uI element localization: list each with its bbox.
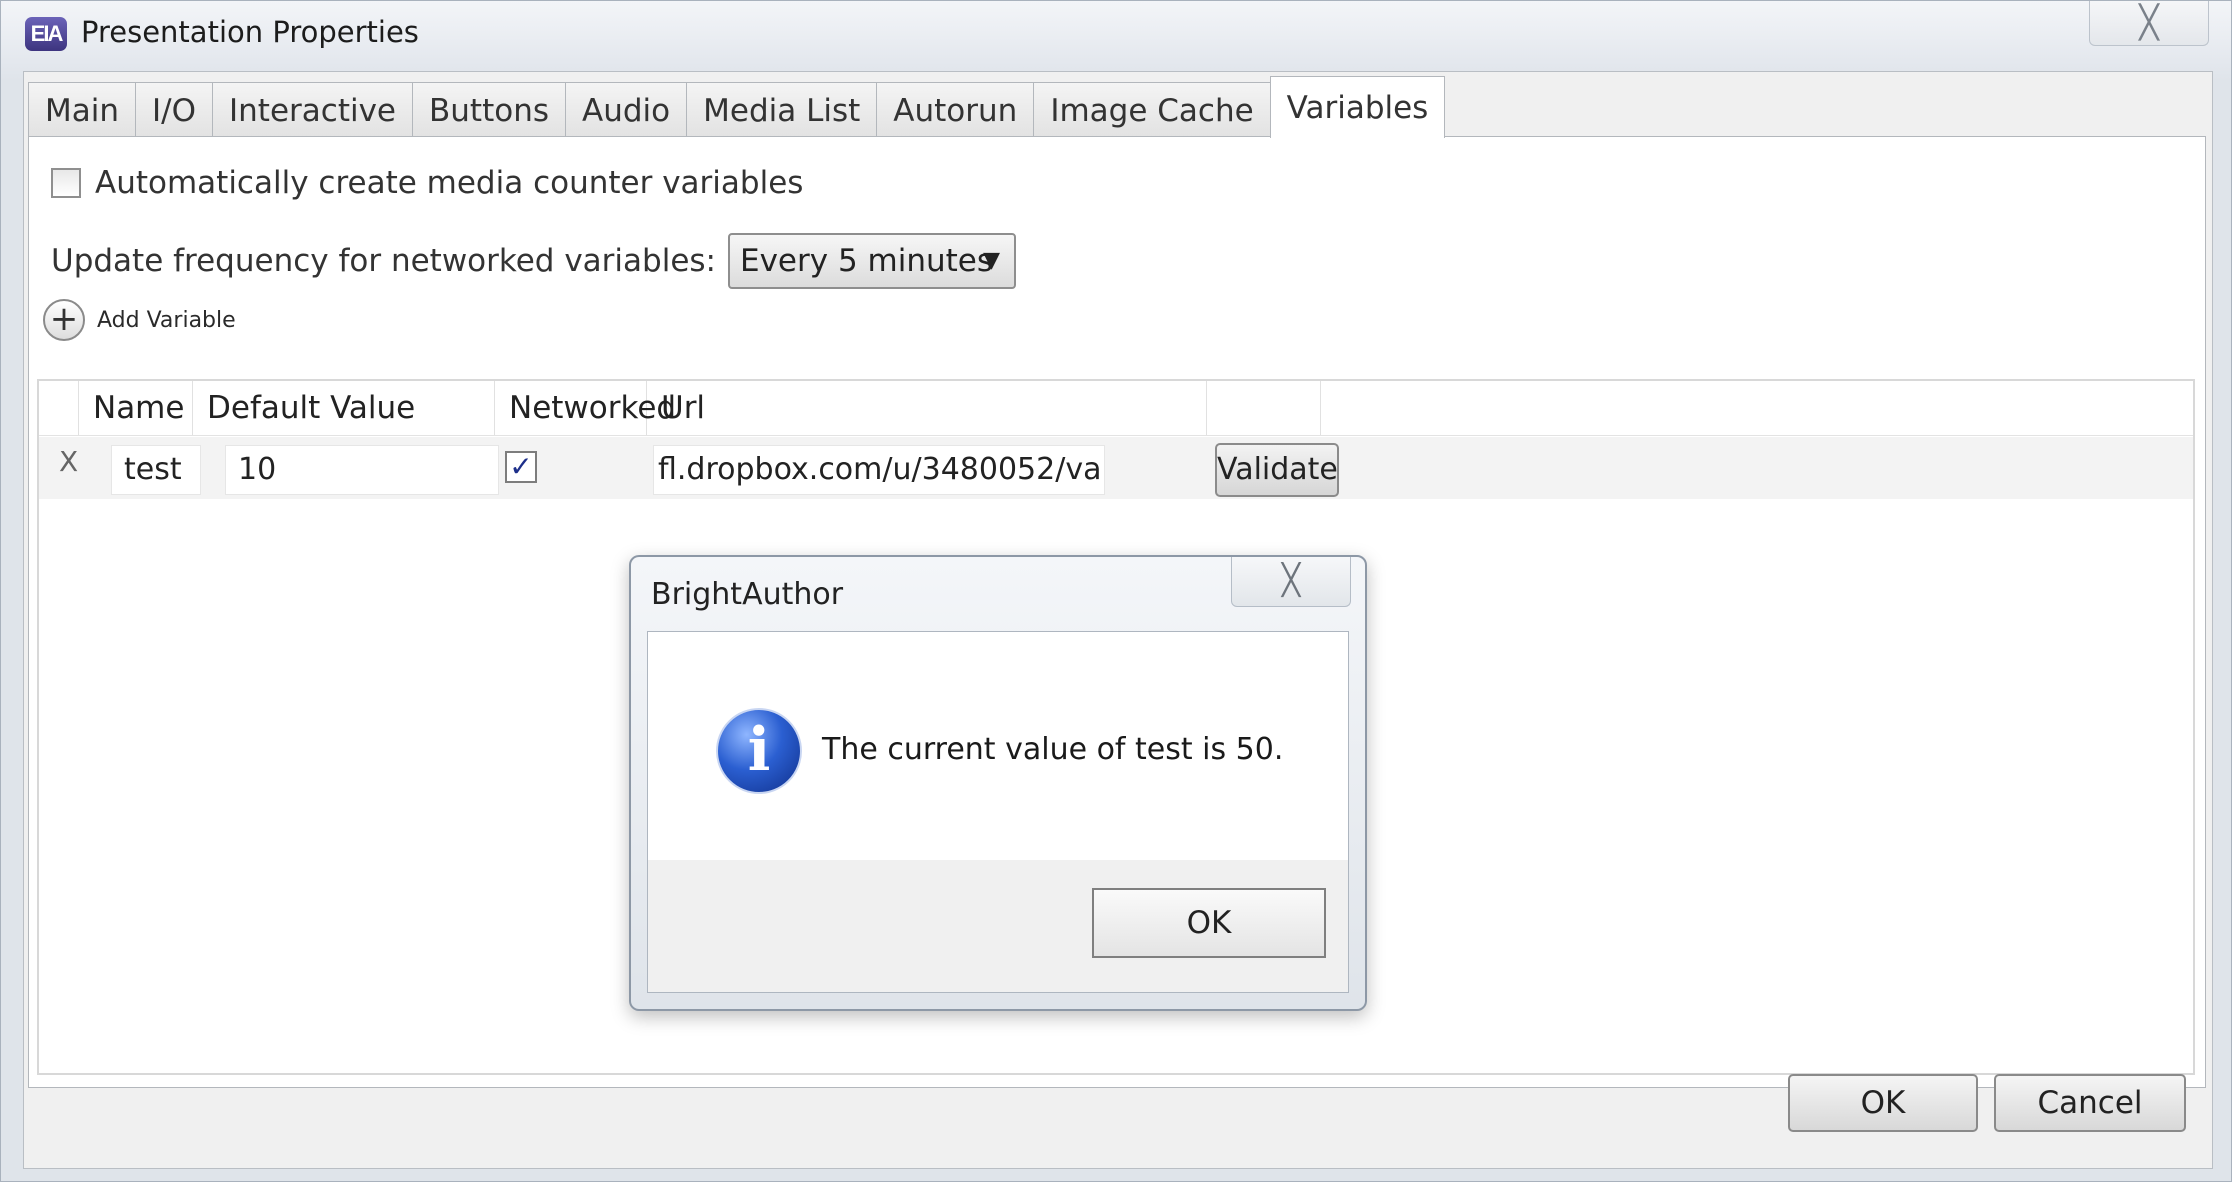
table-row: X test 10 ✓ fl.dropbox.com/u/3480052/var…	[39, 437, 2193, 499]
cancel-button[interactable]: Cancel	[1994, 1074, 2186, 1132]
add-variable-label: Add Variable	[97, 307, 236, 333]
url-field[interactable]: fl.dropbox.com/u/3480052/variable-test.x…	[653, 445, 1105, 495]
tab-strip: Main I/O Interactive Buttons Audio Media…	[28, 76, 1446, 138]
tab-autorun[interactable]: Autorun	[876, 82, 1034, 138]
column-header-name[interactable]: Name	[79, 381, 193, 435]
update-frequency-value: Every 5 minutes	[740, 243, 994, 279]
dropdown-arrow-icon: ▼	[983, 248, 1000, 273]
header-spacer	[39, 381, 79, 435]
tab-audio[interactable]: Audio	[565, 82, 687, 138]
presentation-properties-window: EIA Presentation Properties ╳ Main I/O I…	[0, 0, 2232, 1182]
tab-interactive[interactable]: Interactive	[212, 82, 413, 138]
title-bar: EIA Presentation Properties ╳	[1, 1, 2231, 67]
tab-media-list[interactable]: Media List	[686, 82, 877, 138]
grid-header: Name Default Value Networked Url	[39, 381, 2193, 436]
tab-buttons[interactable]: Buttons	[412, 82, 566, 138]
message-box-title: BrightAuthor	[651, 577, 844, 612]
column-header-url[interactable]: Url	[647, 381, 1207, 435]
close-button[interactable]: ╳	[2089, 1, 2209, 46]
app-icon: EIA	[25, 17, 67, 51]
auto-create-label: Automatically create media counter varia…	[95, 165, 804, 201]
validate-button[interactable]: Validate	[1215, 443, 1339, 497]
tab-main[interactable]: Main	[28, 82, 136, 138]
auto-create-row: Automatically create media counter varia…	[51, 165, 803, 201]
delete-row-icon[interactable]: X	[59, 445, 78, 478]
ok-button[interactable]: OK	[1788, 1074, 1978, 1132]
window-title: Presentation Properties	[81, 15, 419, 49]
column-header-networked[interactable]: Networked	[495, 381, 676, 435]
default-value-field[interactable]: 10	[225, 445, 499, 495]
info-icon: i	[716, 708, 802, 794]
column-header-validate	[1207, 381, 1321, 435]
plus-icon: +	[43, 299, 85, 341]
update-frequency-row: Update frequency for networked variables…	[51, 233, 1016, 289]
add-variable-button[interactable]: + Add Variable	[43, 299, 236, 341]
tab-variables[interactable]: Variables	[1269, 76, 1446, 138]
column-header-default-value[interactable]: Default Value	[193, 381, 495, 435]
update-frequency-label: Update frequency for networked variables…	[51, 243, 716, 279]
message-box-body: i The current value of test is 50. OK	[647, 631, 1349, 993]
tab-image-cache[interactable]: Image Cache	[1033, 82, 1270, 138]
variable-name-field[interactable]: test	[111, 445, 201, 495]
message-box-close-button[interactable]: ╳	[1231, 557, 1351, 607]
message-box-content: i The current value of test is 50.	[648, 632, 1348, 860]
message-text: The current value of test is 50.	[822, 732, 1284, 767]
auto-create-checkbox[interactable]	[51, 168, 81, 198]
networked-checkbox[interactable]: ✓	[505, 451, 537, 483]
message-box: BrightAuthor ╳ i The current value of te…	[629, 555, 1367, 1011]
tab-io[interactable]: I/O	[135, 82, 213, 138]
update-frequency-dropdown[interactable]: Every 5 minutes ▼	[728, 233, 1016, 289]
message-box-ok-button[interactable]: OK	[1092, 888, 1326, 958]
